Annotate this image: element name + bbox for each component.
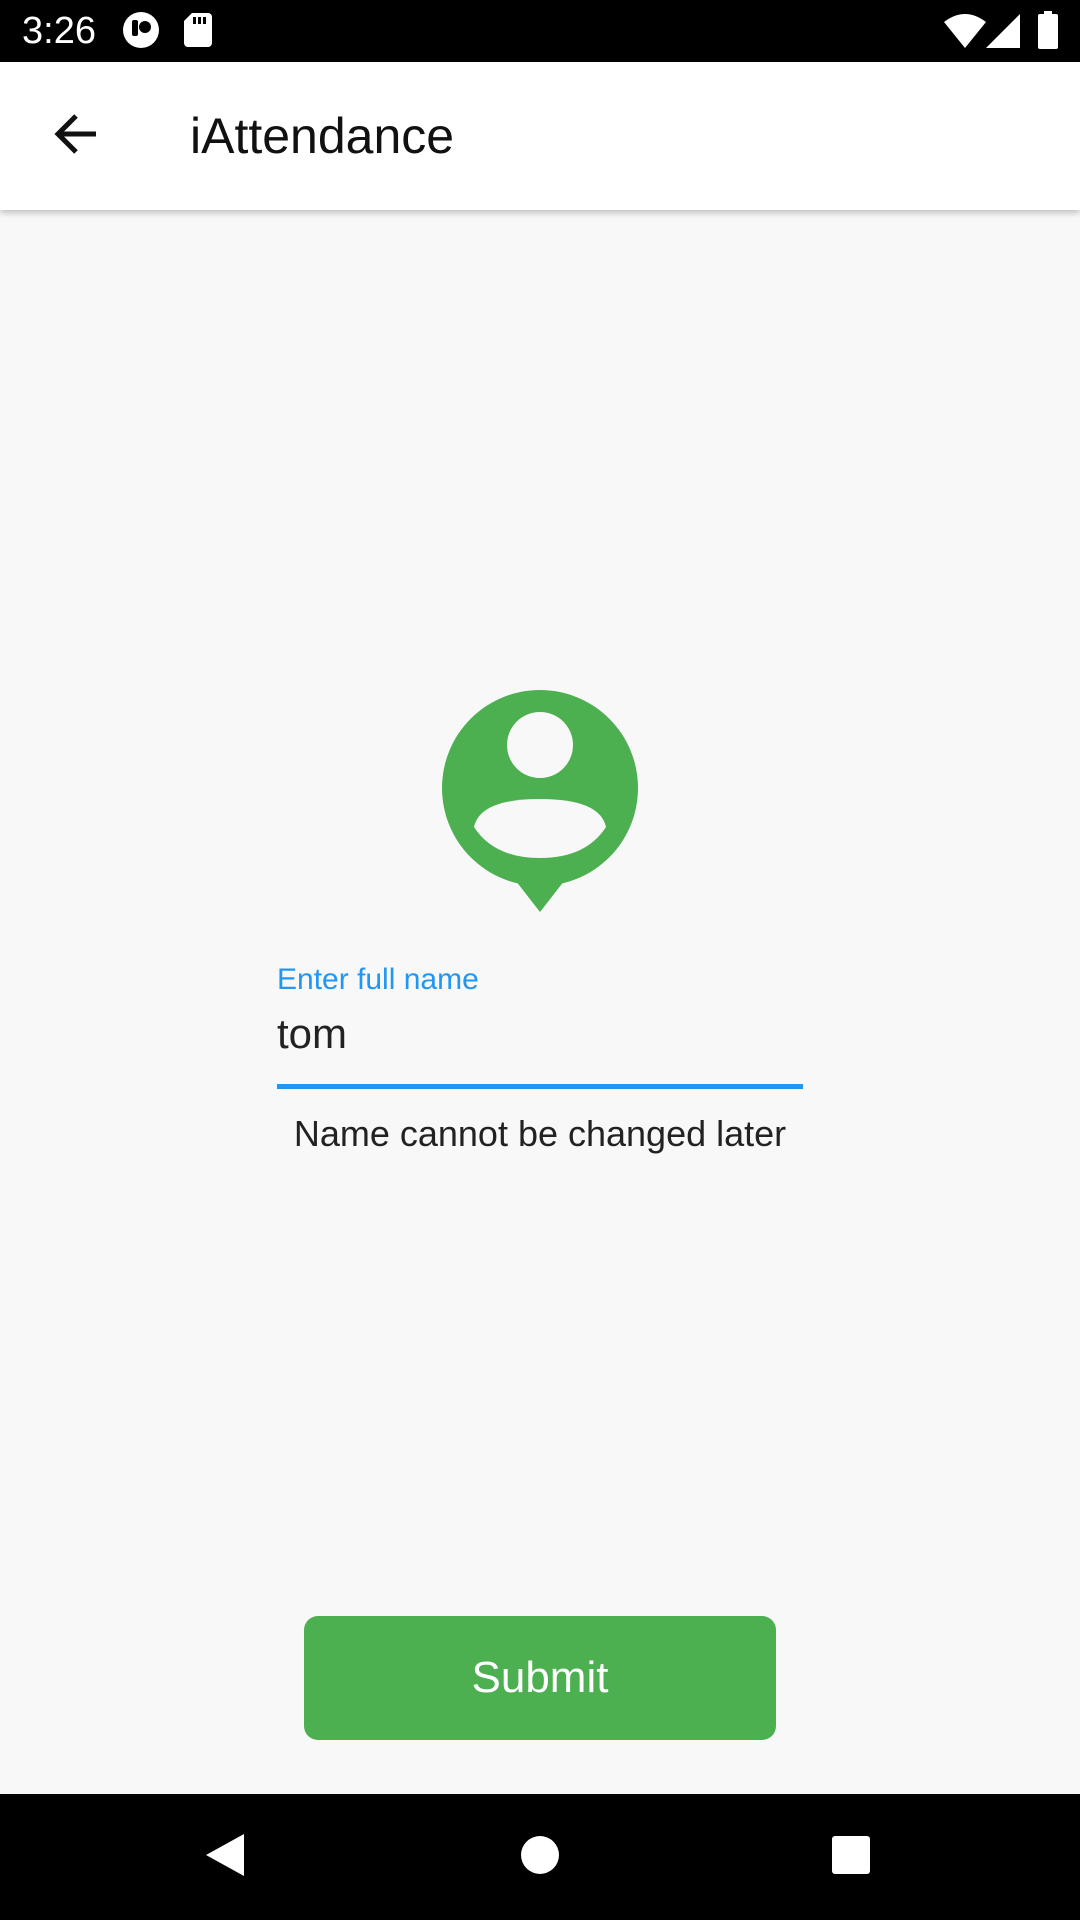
nav-home-button[interactable] [507, 1824, 573, 1890]
cellular-signal-icon [986, 14, 1020, 53]
notification-app-icon [122, 11, 160, 54]
nav-recents-button[interactable] [818, 1824, 884, 1890]
name-field-underline [277, 1084, 803, 1089]
name-field-label: Enter full name [277, 963, 479, 996]
arrow-back-icon [52, 110, 100, 163]
navigation-bar [0, 1794, 1080, 1920]
recents-square-icon [830, 1834, 872, 1881]
name-field[interactable]: Enter full name [277, 960, 803, 1089]
submit-button[interactable]: Submit [304, 1616, 776, 1740]
back-triangle-icon [202, 1832, 248, 1883]
page-title: iAttendance [190, 108, 455, 164]
app-bar: iAttendance [0, 62, 1080, 210]
person-pin-icon [440, 690, 640, 912]
screen: 3:26 iAttendance Enter full name tom Nam… [0, 0, 1080, 1920]
home-circle-icon [519, 1834, 561, 1881]
status-bar: 3:26 [0, 0, 1080, 62]
nav-back-button[interactable] [192, 1824, 258, 1890]
back-button[interactable] [36, 96, 116, 176]
battery-icon [1038, 11, 1058, 54]
sd-card-icon [184, 13, 212, 52]
status-time: 3:26 [22, 10, 96, 52]
helper-text: Name cannot be changed later [293, 1113, 787, 1154]
name-input[interactable] [277, 1004, 803, 1064]
wifi-icon [944, 14, 986, 53]
